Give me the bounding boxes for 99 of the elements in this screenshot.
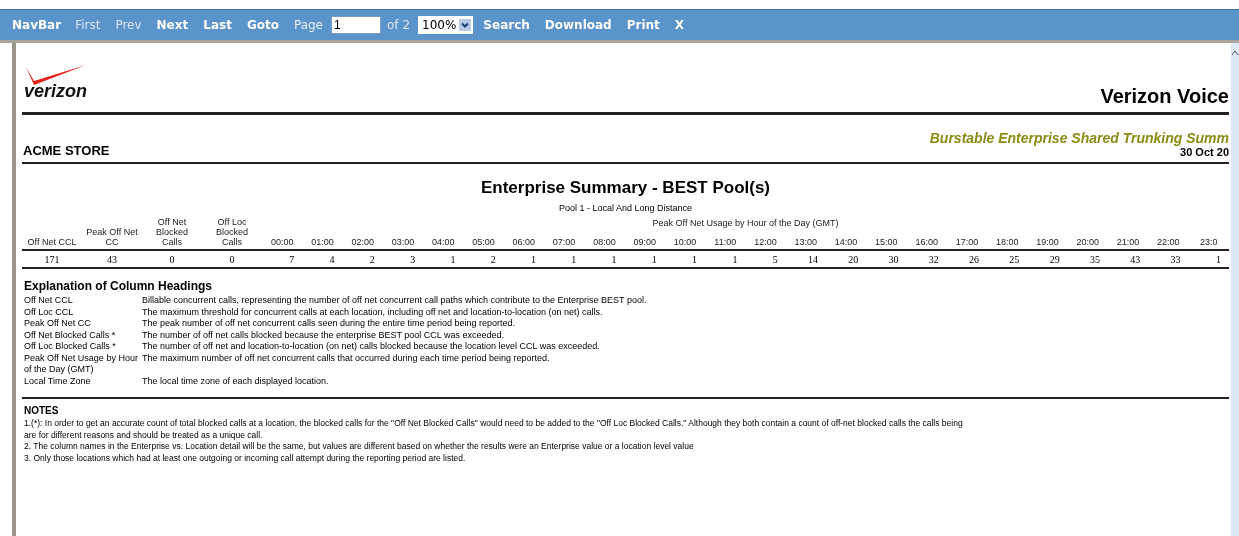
column-header: Off Net Blocked Calls (142, 217, 202, 250)
term-label: Off Loc Blocked Calls * (24, 341, 117, 353)
column-header: 15:00 (866, 236, 907, 250)
table-cell: 1 (543, 250, 585, 268)
term-description: The number of off net calls blocked because the enterprise BEST pool CCL was exceeded. (142, 329, 505, 341)
table-cell: 2 (463, 250, 504, 268)
note-text: 2. The column names in the Enterprise vs. Location detail will be the same, but values are different based on whether the results were an Enterprise value or a location level value (24, 441, 695, 453)
column-header: 13:00 (785, 236, 826, 250)
term-description: The peak number of off net concurrent calls seen during the entire time period being reported. (142, 318, 516, 330)
table-cell: 1 (624, 250, 665, 268)
term-label: Off Loc CCL (24, 306, 75, 318)
column-header: 06:00 (503, 236, 544, 250)
column-group-header: Peak Off Net Usage by Hour of the Day (GMT) (651, 217, 840, 231)
table-cell: 4 (302, 250, 343, 268)
table-cell: 33 (1148, 250, 1189, 268)
column-header: 02:00 (342, 236, 383, 250)
column-header: 04:00 (423, 236, 464, 250)
column-header: 08:00 (584, 236, 625, 250)
report-subtitle: Burstable Enterprise Shared Trunking Summ (929, 130, 1229, 146)
nav-button[interactable]: Last (203, 18, 232, 32)
term-description: The maximum number of off net concurrent calls that occurred during each time period being reported. (142, 352, 550, 365)
table-cell: 171 (22, 250, 82, 268)
table-cell: 14 (785, 250, 826, 268)
table-cell: 29 (1027, 250, 1068, 268)
column-header: 05:00 (463, 236, 504, 250)
table-cell: 3 (382, 250, 424, 268)
scrollbar[interactable] (1231, 43, 1239, 536)
column-header: 17:00 (946, 236, 988, 250)
column-header: 14:00 (825, 236, 867, 250)
table-cell: 7 (262, 250, 303, 268)
term-description: The number of off net and location-to-location (on net) calls blocked because the location level CCL was exceeded. (142, 341, 600, 353)
table-cell: 1 (423, 250, 464, 268)
column-header: 03:00 (382, 236, 424, 250)
table-cell: 1 (664, 250, 706, 268)
table-cell: 0 (202, 250, 262, 268)
customer-name: ACME STORE (22, 143, 110, 158)
nav-button[interactable]: Print (626, 18, 660, 32)
note-text: are for different reasons and should be treated as a unique call. (24, 429, 264, 441)
table-cell: 25 (987, 250, 1028, 268)
column-header: 11:00 (705, 236, 746, 250)
zoom-select[interactable]: 100% (418, 16, 474, 34)
table-cell: 1 (1188, 250, 1229, 268)
table-cell: 0 (142, 250, 202, 268)
table-cell: 2 (342, 250, 383, 268)
table-cell: 5 (745, 250, 786, 268)
column-header: 21:00 (1107, 236, 1149, 250)
column-header: 16:00 (906, 236, 947, 250)
table-cell: 20 (825, 250, 867, 268)
section-heading: Explanation of Column Headings (24, 279, 213, 293)
term-label: Off Net CCL (24, 295, 74, 307)
section-title: Enterprise Summary - BEST Pool(s) (479, 178, 772, 198)
pool-name: Pool 1 - Local And Long Distance (557, 203, 694, 213)
column-header: 19:00 (1027, 236, 1068, 250)
column-header: 09:00 (624, 236, 665, 250)
table-cell: 35 (1067, 250, 1108, 268)
column-header: 00:00 (262, 236, 303, 250)
column-header: Peak Off Net CC (82, 217, 142, 250)
table-cell: 43 (1107, 250, 1149, 268)
logo-text: verizon (24, 81, 88, 102)
column-header: 23:0 (1188, 236, 1229, 250)
page-input[interactable]: 1 (331, 16, 381, 34)
nav-button[interactable]: Goto (246, 18, 279, 32)
table-cell: 26 (946, 250, 988, 268)
column-header: 12:00 (745, 236, 786, 250)
nav-button[interactable]: Download (544, 18, 612, 32)
column-header: Off Net CCL (22, 217, 82, 250)
column-header: 01:00 (302, 236, 343, 250)
term-label: Off Net Blocked Calls * (24, 329, 117, 341)
term-description: The local time zone of each displayed location. (142, 375, 329, 387)
report-title: Verizon Voice (1100, 85, 1229, 109)
term-description: Billable concurrent calls, representing the number of off net concurrent call paths which contribute to the Enterprise BEST pool. (142, 295, 647, 307)
report-date: 30 Oct 20 (1180, 146, 1229, 158)
chevron-down-icon (459, 19, 472, 31)
term-description: The maximum threshold for concurrent calls at each location, including off net and location-to-location (on net) calls. (142, 306, 603, 318)
note-text: 3. Only those locations which had at least one outgoing or incoming call attempt during the reporting period are listed. (24, 452, 467, 464)
nav-label: Page (293, 18, 323, 32)
note-text: 1.(*): In order to get an accurate count of total blocked calls at a location, the blocked calls for the "Off Net Blocked Calls" would need to be added to the "Off Loc Blocked Calls." Although they both contain a count of off-net blocked calls the calls being (24, 418, 964, 430)
table-cell: 32 (906, 250, 947, 268)
notes-heading: NOTES (24, 405, 60, 416)
table-cell: 1 (705, 250, 746, 268)
table-cell: 43 (82, 250, 142, 268)
nav-label: of 2 (387, 18, 411, 32)
term-label: Peak Off Net CC (24, 318, 92, 330)
column-header: 22:00 (1148, 236, 1189, 250)
navbar-title: NavBar (12, 18, 62, 32)
nav-button[interactable]: Search (483, 18, 530, 32)
scroll-up-icon[interactable] (1231, 49, 1239, 57)
nav-button[interactable]: Next (156, 18, 189, 32)
table-cell: 30 (866, 250, 907, 268)
table-cell: 1 (584, 250, 625, 268)
column-header: 20:00 (1067, 236, 1108, 250)
term-label: Peak Off Net Usage by Hour of the Day (GMT) (24, 352, 139, 376)
term-label: Local Time Zone (24, 375, 92, 387)
column-header: 18:00 (987, 236, 1028, 250)
column-header: 07:00 (543, 236, 585, 250)
nav-button[interactable]: X (674, 18, 685, 32)
table-cell: 1 (503, 250, 544, 268)
column-header: Off Loc Blocked Calls (202, 217, 262, 250)
column-header: 10:00 (664, 236, 706, 250)
